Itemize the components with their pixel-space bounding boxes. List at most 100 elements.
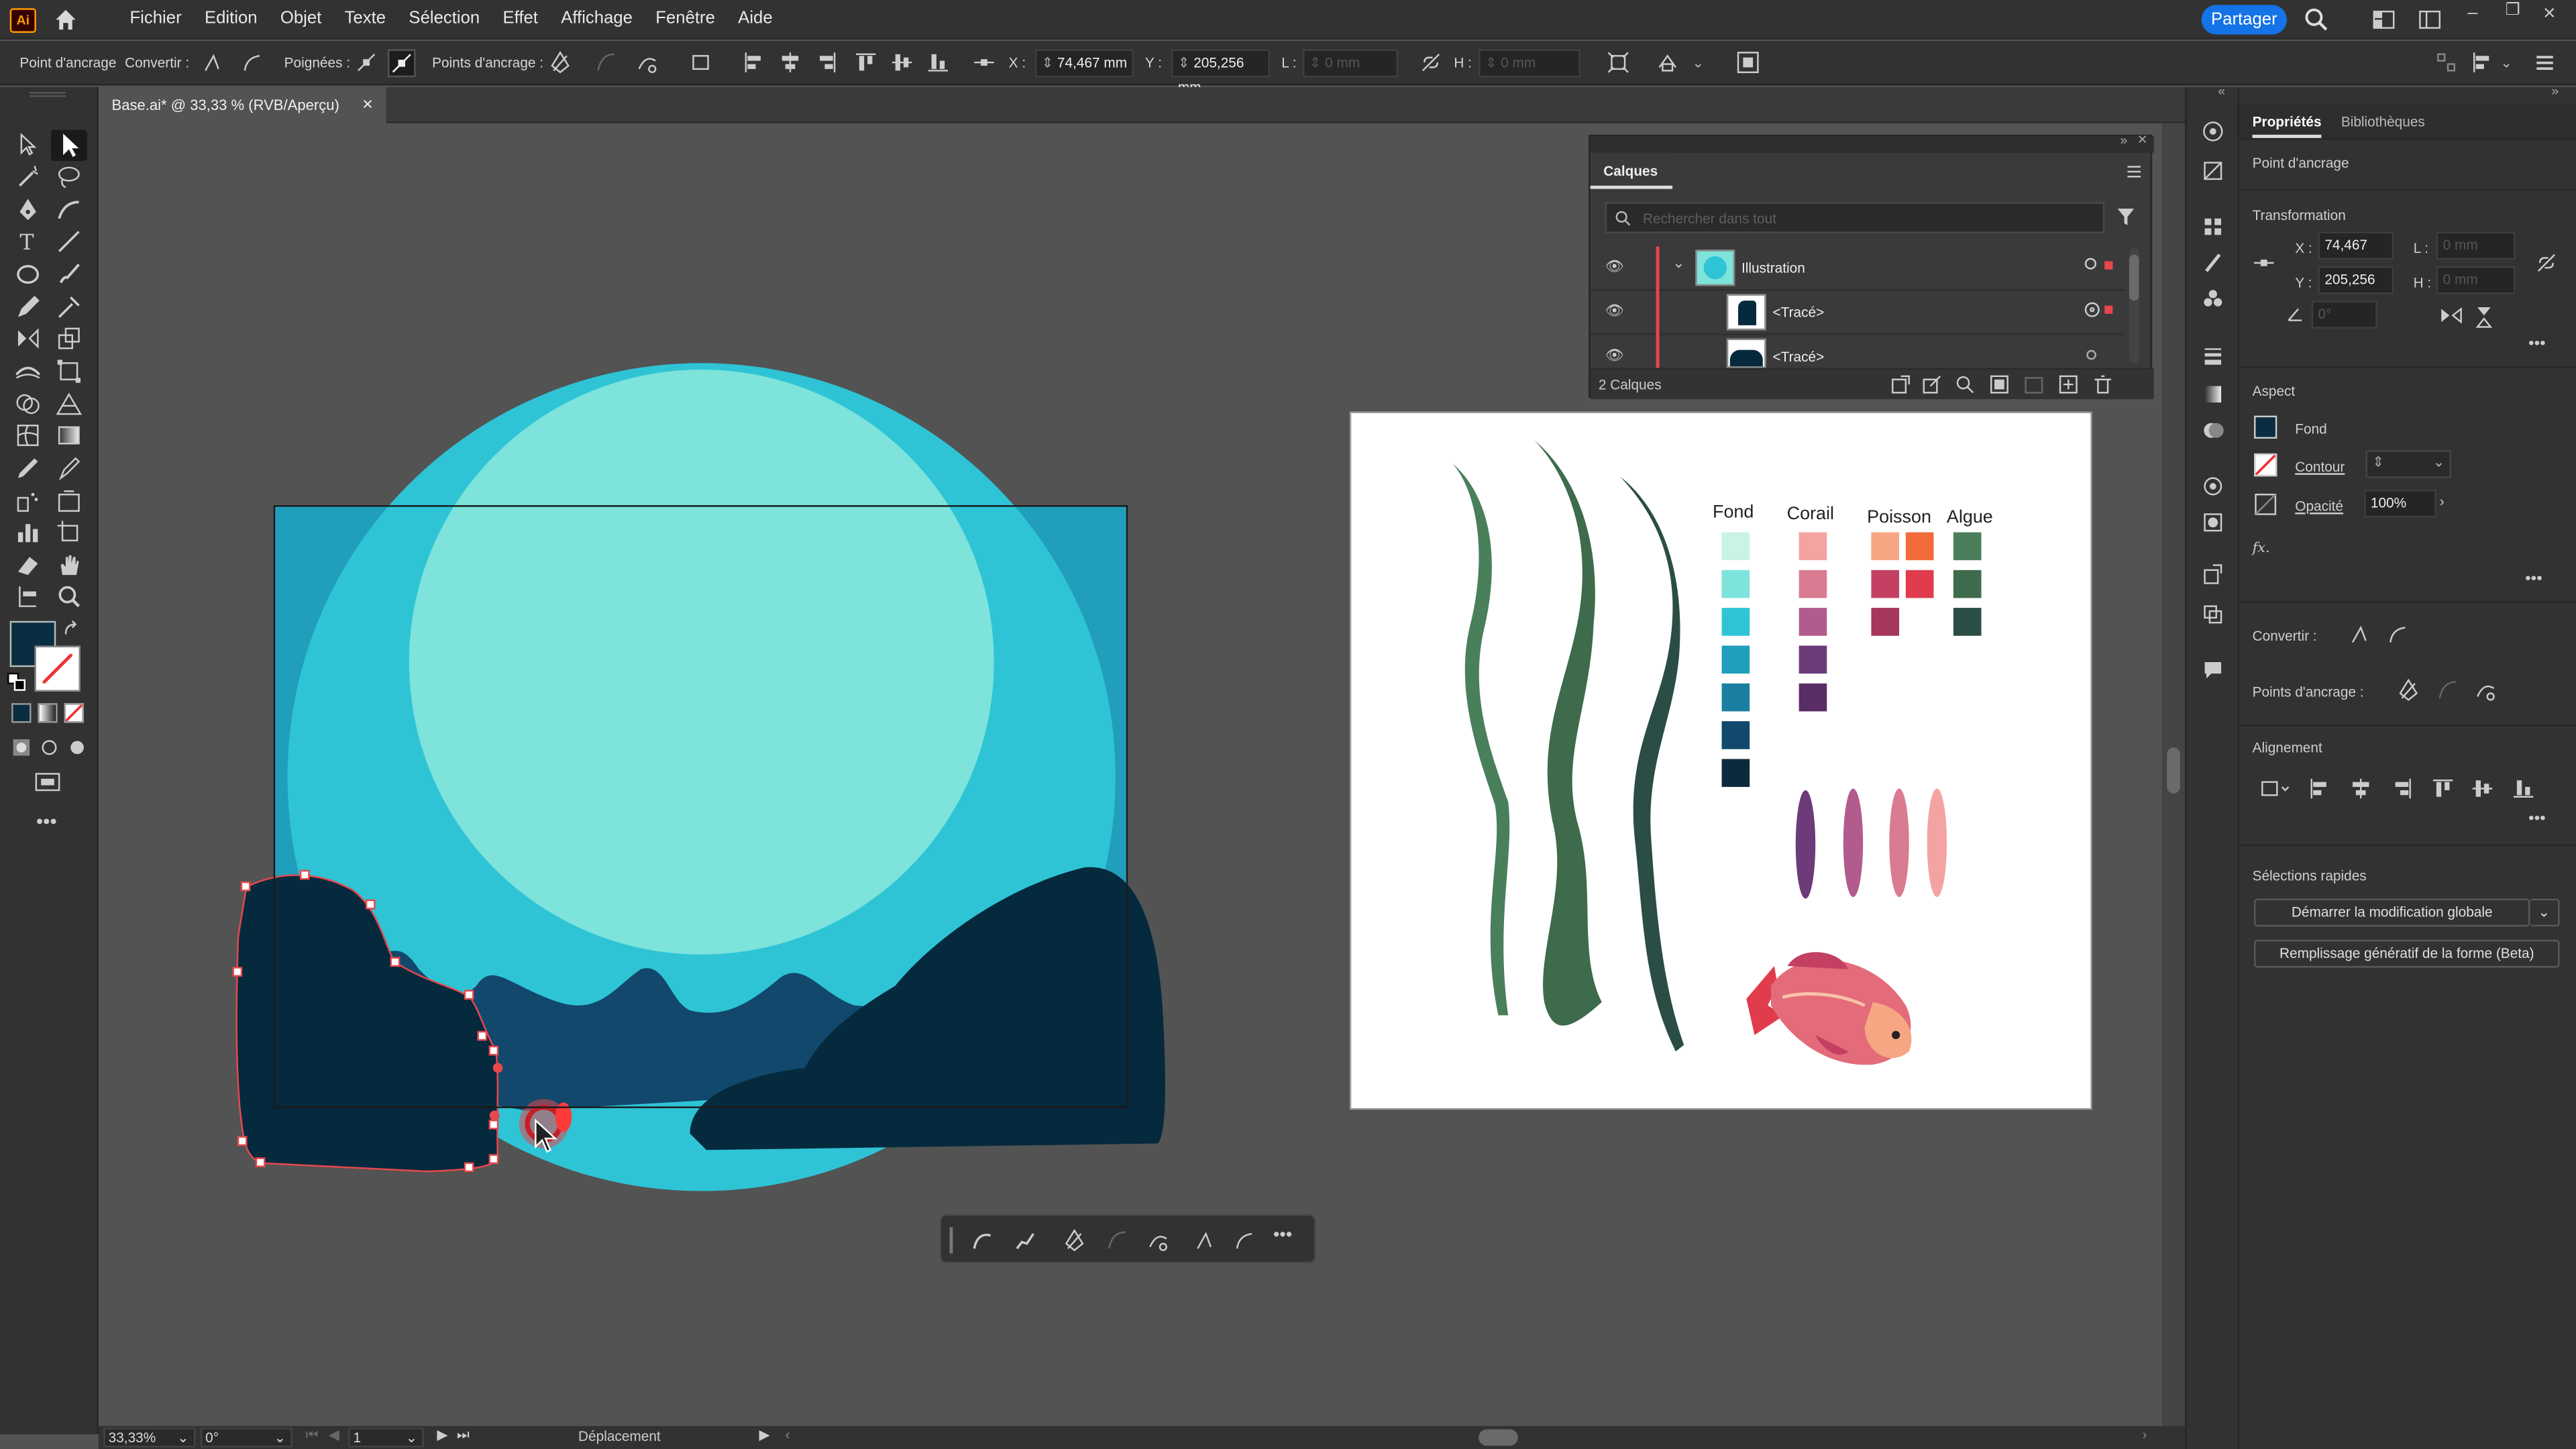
menu-texte[interactable]: Texte <box>333 0 397 40</box>
opacity-label[interactable]: Opacité <box>2295 498 2343 514</box>
algue-swatch[interactable] <box>1953 608 1982 636</box>
remove-anchor-icon[interactable] <box>2397 678 2420 701</box>
layers-search-field[interactable]: Rechercher dans tout <box>1605 202 2105 233</box>
align-vcenter-icon[interactable] <box>2471 777 2493 800</box>
task-bar-grip[interactable] <box>949 1227 953 1254</box>
fond-swatch[interactable] <box>1721 721 1750 749</box>
prop-h-field[interactable]: 0 mm <box>2436 266 2516 294</box>
arrange-documents-icon[interactable] <box>2418 10 2441 30</box>
global-edit-button[interactable]: Démarrer la modification globale <box>2254 898 2530 927</box>
corail-swatch[interactable] <box>1799 608 1827 636</box>
scale-tool-icon[interactable] <box>54 325 84 352</box>
workspace-icon[interactable] <box>2372 10 2395 30</box>
align-left-icon[interactable] <box>743 51 765 74</box>
poisson-swatch[interactable] <box>1871 570 1900 598</box>
export-icon[interactable] <box>1891 374 1911 394</box>
search-icon[interactable] <box>2303 7 2329 33</box>
magic-wand-tool-icon[interactable] <box>13 164 43 191</box>
stroke-weight-field[interactable]: ⇕ ⌄ <box>2365 450 2451 478</box>
locate-object-icon[interactable] <box>1955 374 1974 394</box>
align-bottom-icon[interactable] <box>926 51 949 74</box>
home-icon[interactable] <box>52 7 78 33</box>
eraser-tool-icon[interactable] <box>13 552 43 578</box>
cut-path-icon[interactable] <box>636 51 659 74</box>
panel-menu-icon[interactable] <box>2126 162 2142 178</box>
scroll-left-icon[interactable]: ‹ <box>786 1426 790 1442</box>
align-vcenter-icon[interactable] <box>890 51 913 74</box>
gradient-tool-icon[interactable] <box>54 422 84 448</box>
visibility-eye-icon[interactable]: 👁 <box>1605 258 1624 276</box>
eyedropper-tool-icon[interactable] <box>13 455 43 481</box>
aspect-more-icon[interactable]: ••• <box>2525 570 2542 588</box>
selection-indicator[interactable] <box>2104 305 2113 314</box>
swap-colors-icon[interactable] <box>62 619 82 639</box>
effects-icon[interactable]: fx. <box>2253 541 2270 557</box>
vertical-scrollbar[interactable] <box>2161 123 2186 1426</box>
layers-panel-header-bar[interactable]: » × <box>1590 131 2154 153</box>
constrain-proportions-icon[interactable] <box>2535 252 2558 274</box>
stroke-color-swatch[interactable] <box>34 645 81 692</box>
layer-row-path[interactable]: 👁 <Tracé> <box>1590 290 2125 335</box>
target-icon[interactable] <box>2084 258 2096 270</box>
h-field[interactable]: ⇕ 0 mm <box>1479 49 1580 78</box>
tab-properties[interactable]: Propriétés <box>2252 113 2322 138</box>
delete-layer-icon[interactable] <box>2093 374 2112 394</box>
comments-icon[interactable] <box>2202 659 2224 682</box>
align-to-icon[interactable] <box>690 51 713 74</box>
hide-handles-button[interactable] <box>387 49 416 78</box>
screen-mode-icon[interactable] <box>33 771 62 794</box>
shape-builder-tool-icon[interactable] <box>13 391 43 417</box>
collapse-strip-icon[interactable]: « <box>2218 84 2225 99</box>
transparency-icon[interactable] <box>2202 419 2224 441</box>
fond-swatch[interactable] <box>1721 759 1750 788</box>
stroke-label[interactable]: Contour <box>2295 458 2345 474</box>
rotation-field[interactable]: 0° ⌄ <box>200 1428 292 1448</box>
new-layer-icon[interactable] <box>2059 374 2078 394</box>
poisson-swatch[interactable] <box>1871 608 1900 636</box>
pencil-tool-icon[interactable] <box>13 294 43 320</box>
prop-y-field[interactable]: 205,256 mm <box>2318 266 2394 312</box>
graphic-styles-icon[interactable] <box>2202 511 2224 534</box>
align-left-icon[interactable] <box>2308 777 2331 800</box>
artboard-tool-icon[interactable] <box>54 519 84 545</box>
align-right-icon[interactable] <box>2390 777 2413 800</box>
vertical-scroll-thumb[interactable] <box>2167 747 2180 794</box>
blend-tool-icon[interactable] <box>54 455 84 481</box>
smooth-icon[interactable] <box>971 1229 994 1252</box>
delete-anchor-icon[interactable] <box>549 51 572 74</box>
corail-swatch[interactable] <box>1799 570 1827 598</box>
next-artboard-icon[interactable]: ▶ <box>437 1426 447 1444</box>
distribute-icon[interactable] <box>2471 51 2493 74</box>
fond-swatch[interactable] <box>1721 608 1750 636</box>
fond-swatch[interactable] <box>1721 683 1750 712</box>
direct-selection-tool-icon[interactable] <box>50 129 87 162</box>
opacity-field[interactable]: 100% <box>2364 489 2436 518</box>
align-right-icon[interactable] <box>815 51 838 74</box>
collapse-panel-icon[interactable]: » <box>2551 84 2559 99</box>
maximize-icon[interactable]: ❐ <box>2506 1 2520 19</box>
symbols-icon[interactable] <box>2202 288 2224 311</box>
layer-row-path[interactable]: 👁 <Tracé> <box>1591 335 2125 368</box>
document-tab[interactable]: Base.ai* @ 33,33 % (RVB/Aperçu) × <box>98 87 386 123</box>
align-bottom-icon[interactable] <box>2512 777 2535 800</box>
corail-swatch[interactable] <box>1799 683 1827 712</box>
convert-smooth-icon[interactable] <box>1232 1229 1255 1252</box>
fond-swatch[interactable] <box>1721 645 1750 674</box>
arrange-panel-icon[interactable] <box>1737 51 1760 74</box>
expand-chevron-icon[interactable]: ⌄ <box>1672 255 1684 273</box>
swatches-icon[interactable] <box>2202 215 2224 238</box>
align-to-icon[interactable] <box>2259 777 2292 800</box>
fond-swatch[interactable] <box>1721 532 1750 561</box>
align-top-icon[interactable] <box>854 51 877 74</box>
tab-close-icon[interactable]: × <box>362 87 373 123</box>
link-proportions-icon[interactable] <box>1419 51 1442 74</box>
generative-fill-button[interactable]: Remplissage génératif de la forme (Beta) <box>2254 939 2560 968</box>
slice-tool-icon[interactable] <box>54 488 84 514</box>
appearance-icon[interactable] <box>2202 475 2224 498</box>
x-field[interactable]: ⇕ 74,467 mm <box>1034 49 1134 78</box>
close-icon[interactable]: × <box>2543 0 2556 25</box>
prop-l-field[interactable]: 0 mm <box>2436 231 2516 260</box>
toolbar-grip[interactable] <box>30 92 66 97</box>
prop-x-field[interactable]: 74,467 mm <box>2318 231 2394 278</box>
convert-smooth-icon[interactable] <box>2385 623 2408 645</box>
